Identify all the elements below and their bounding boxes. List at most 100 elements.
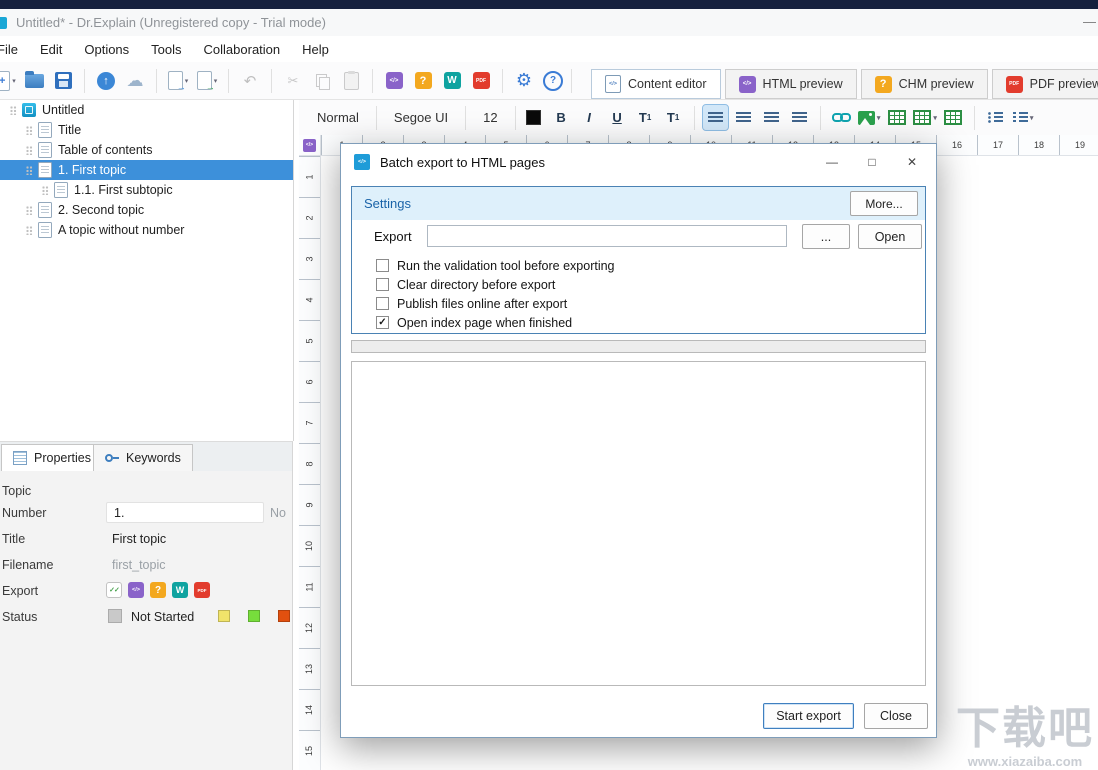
tree-item[interactable]: Table of contents: [0, 140, 293, 160]
bold-button[interactable]: B: [549, 105, 574, 130]
help-button[interactable]: [540, 67, 566, 95]
dialog-title: Batch export to HTML pages: [380, 154, 545, 170]
status-color-swatch[interactable]: [218, 610, 230, 622]
property-row-export: Export: [0, 579, 292, 603]
superscript-button[interactable]: T1: [661, 105, 686, 130]
tab-chm[interactable]: CHM preview: [860, 69, 988, 99]
menu-item-file[interactable]: File: [0, 42, 29, 57]
format-toolbar: Normal Segoe UI 12 B I U T 1 T 1 ▾ ▾ ▾: [299, 100, 1098, 136]
menu-item-edit[interactable]: Edit: [29, 42, 73, 57]
menu-item-tools[interactable]: Tools: [140, 42, 192, 57]
close-button[interactable]: Close: [864, 703, 928, 729]
menu-item-help[interactable]: Help: [291, 42, 340, 57]
align-right-button[interactable]: [759, 105, 784, 130]
html-export-icon: [385, 72, 403, 89]
checkbox[interactable]: [376, 259, 389, 272]
paste-button[interactable]: [338, 67, 364, 95]
text-color-button[interactable]: [521, 105, 546, 130]
font-family-combo[interactable]: Segoe UI: [382, 110, 460, 125]
status-color-swatch[interactable]: [248, 610, 260, 622]
tree-item[interactable]: Untitled: [0, 100, 293, 120]
format-buttons: B I U T 1 T 1 ▾ ▾ ▾: [521, 104, 1036, 131]
word-export-button[interactable]: [439, 67, 465, 95]
word-export-icon[interactable]: [172, 582, 188, 598]
pdf-export-button[interactable]: [468, 67, 494, 95]
underline-button[interactable]: U: [605, 105, 630, 130]
open-button[interactable]: Open: [858, 224, 922, 249]
new-document-icon: [0, 70, 11, 91]
link-button[interactable]: [829, 105, 854, 130]
export-option[interactable]: Open index page when finished: [376, 313, 925, 332]
menu-item-collaboration[interactable]: Collaboration: [193, 42, 292, 57]
align-center-button[interactable]: [731, 105, 756, 130]
tree-item[interactable]: A topic without number: [0, 220, 293, 240]
html-export-icon[interactable]: [128, 582, 144, 598]
tree-item[interactable]: 2. Second topic: [0, 200, 293, 220]
insert-image-button[interactable]: ▾: [857, 105, 882, 130]
font-size-combo[interactable]: 12: [471, 110, 509, 125]
status-current-swatch[interactable]: [108, 609, 122, 623]
section-label: Topic: [2, 484, 32, 498]
export-option[interactable]: Clear directory before export: [376, 275, 925, 294]
minimize-button[interactable]: —: [1083, 14, 1096, 29]
copy-button[interactable]: [309, 67, 335, 95]
checkbox[interactable]: [376, 278, 389, 291]
dialog-maximize-button[interactable]: □: [865, 155, 879, 169]
dialog-minimize-button[interactable]: —: [825, 155, 839, 169]
status-color-swatch[interactable]: [278, 610, 290, 622]
new-document-button[interactable]: ▾: [0, 67, 18, 95]
upload-cloud-button[interactable]: [93, 67, 119, 95]
tree-item[interactable]: 1. First topic: [0, 160, 293, 180]
tab-keywords[interactable]: Keywords: [93, 444, 193, 472]
number-field[interactable]: 1.: [106, 502, 264, 523]
save-project-button[interactable]: [50, 67, 76, 95]
tab-content-editor[interactable]: Content editor: [591, 69, 721, 99]
menu-item-options[interactable]: Options: [73, 42, 140, 57]
bullet-list-button[interactable]: [983, 105, 1008, 130]
ruler-mark: 10: [299, 525, 320, 566]
html-export-button[interactable]: [381, 67, 407, 95]
cut-button[interactable]: [280, 67, 306, 95]
tree-item[interactable]: Title: [0, 120, 293, 140]
export-option[interactable]: Publish files online after export: [376, 294, 925, 313]
chm-export-icon[interactable]: [150, 582, 166, 598]
align-left-button[interactable]: [701, 104, 729, 131]
tab-pdf[interactable]: PDF preview: [991, 69, 1098, 99]
number-value: 1.: [114, 506, 125, 520]
italic-button[interactable]: I: [577, 105, 602, 130]
export-document-button[interactable]: ▾: [165, 67, 191, 95]
tab-properties[interactable]: Properties: [1, 444, 103, 472]
numbered-list-button[interactable]: ▾: [1011, 105, 1036, 130]
start-export-button[interactable]: Start export: [763, 703, 854, 729]
tab-html[interactable]: HTML preview: [724, 69, 857, 99]
ruler-number: 15: [304, 745, 315, 757]
browse-button[interactable]: ...: [802, 224, 850, 249]
open-project-button[interactable]: [21, 67, 47, 95]
checkbox[interactable]: [376, 316, 389, 329]
title-value[interactable]: First topic: [112, 532, 166, 546]
export-check-export-icon[interactable]: [106, 582, 122, 598]
ruler-number: 12: [304, 622, 315, 634]
undo-button[interactable]: [237, 67, 263, 95]
pdf-export-icon[interactable]: [194, 582, 210, 598]
checkbox[interactable]: [376, 297, 389, 310]
filename-value[interactable]: first_topic: [112, 558, 166, 572]
subscript-button[interactable]: T1: [633, 105, 658, 130]
more-button[interactable]: More...: [850, 191, 918, 216]
dialog-close-icon[interactable]: ✕: [905, 155, 919, 169]
send-document-button[interactable]: ▾: [194, 67, 220, 95]
title-bar[interactable]: Untitled* - Dr.Explain (Unregistered cop…: [0, 9, 1098, 36]
table-grid-button[interactable]: [941, 105, 966, 130]
export-option[interactable]: Run the validation tool before exporting: [376, 256, 925, 275]
insert-block-button[interactable]: ▾: [913, 105, 938, 130]
cloud-storage-button[interactable]: [122, 67, 148, 95]
chm-export-button[interactable]: [410, 67, 436, 95]
export-path-input[interactable]: [427, 225, 787, 247]
settings-gear-button[interactable]: [511, 67, 537, 95]
tree-item[interactable]: 1.1. First subtopic: [0, 180, 293, 200]
insert-table-button[interactable]: [885, 105, 910, 130]
align-justify-button[interactable]: [787, 105, 812, 130]
settings-group: Settings More... Export ... Open Run the…: [351, 186, 926, 334]
paragraph-style-combo[interactable]: Normal: [305, 110, 371, 125]
dialog-title-bar[interactable]: Batch export to HTML pages — □ ✕: [341, 144, 936, 180]
